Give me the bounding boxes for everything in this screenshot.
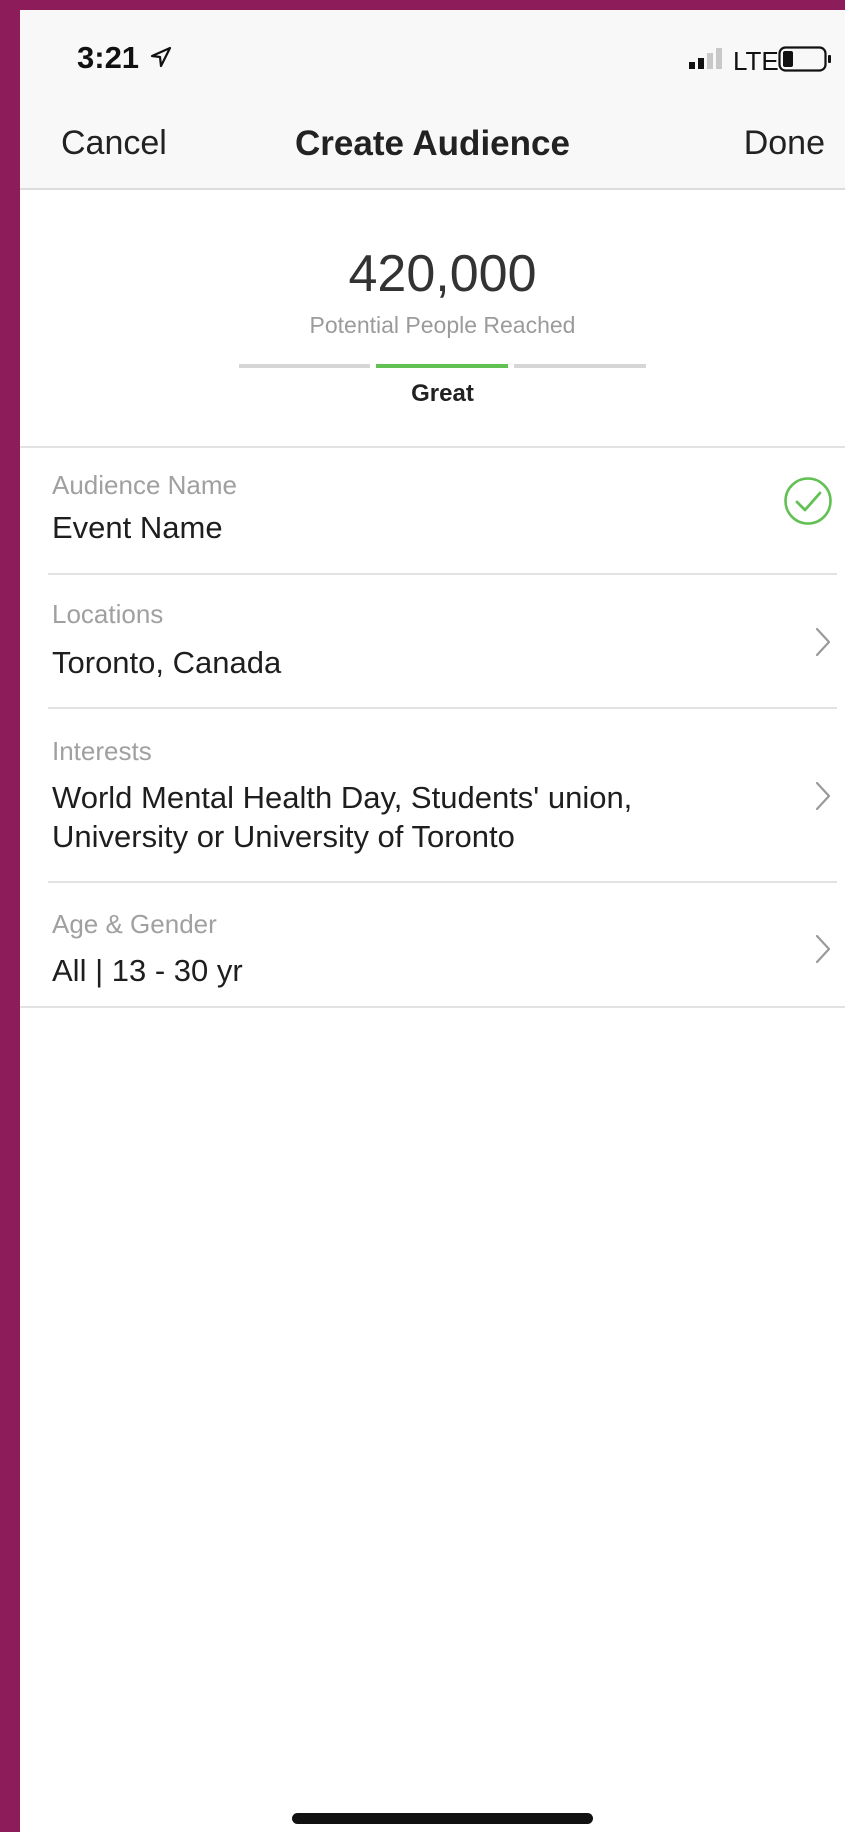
top-bar: 3:21 LTE Cancel Create Audience Done — [20, 10, 845, 190]
locations-value: Toronto, Canada — [52, 645, 282, 680]
location-arrow-icon — [150, 46, 172, 73]
phone-screen: 3:21 LTE Cancel Create Audience Done 420… — [20, 10, 845, 1832]
reach-count: 420,000 — [348, 245, 537, 303]
chevron-right-icon — [815, 934, 831, 969]
status-bar: 3:21 LTE — [20, 10, 845, 110]
age-gender-row[interactable]: Age & Gender All | 13 - 30 yr — [20, 883, 845, 1006]
chevron-right-icon — [815, 781, 831, 816]
audience-name-value[interactable]: Event Name — [52, 508, 223, 547]
reach-meter-segment-1 — [239, 364, 370, 368]
status-time: 3:21 — [77, 40, 140, 75]
reach-rating: Great — [411, 380, 474, 407]
reach-meter-segment-3 — [514, 364, 646, 368]
check-circle-icon — [783, 476, 833, 531]
locations-row[interactable]: Locations Toronto, Canada — [20, 575, 845, 708]
age-gender-value: All | 13 - 30 yr — [52, 953, 243, 988]
home-indicator[interactable] — [292, 1813, 593, 1824]
divider — [20, 1006, 845, 1008]
chevron-right-icon — [815, 627, 831, 662]
signal-bars-icon — [688, 47, 726, 76]
age-gender-label: Age & Gender — [52, 909, 217, 939]
battery-icon — [778, 45, 834, 78]
locations-label: Locations — [52, 599, 164, 629]
done-button[interactable]: Done — [744, 124, 825, 163]
interests-label: Interests — [52, 736, 152, 766]
interests-row[interactable]: Interests World Mental Health Day, Stude… — [20, 709, 845, 882]
audience-name-row[interactable]: Audience Name Event Name — [20, 448, 845, 574]
reach-label: Potential People Reached — [309, 312, 576, 338]
reach-summary: 420,000 Potential People Reached Great — [20, 190, 845, 448]
audience-name-label: Audience Name — [52, 470, 237, 500]
page-title: Create Audience — [295, 124, 570, 163]
interests-value-line-1: World Mental Health Day, Students' union… — [52, 780, 633, 815]
reach-meter-segment-2 — [376, 364, 508, 368]
interests-value-line-2: University or University of Toronto — [52, 819, 515, 854]
network-type: LTE — [733, 46, 779, 76]
